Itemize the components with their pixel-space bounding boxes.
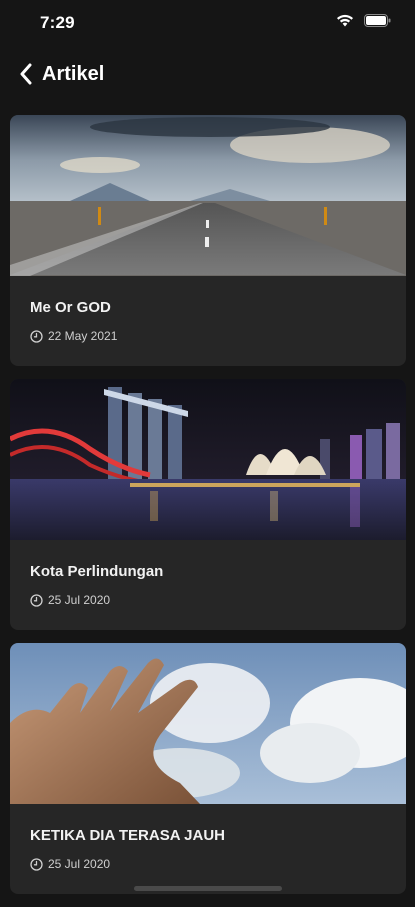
back-button[interactable] [12, 56, 40, 92]
article-list: Me Or GOD 22 May 2021 Kota Perlindungan … [10, 115, 406, 907]
clock-icon [30, 593, 43, 607]
article-card[interactable]: Me Or GOD 22 May 2021 [10, 115, 406, 366]
article-image-city [10, 379, 406, 540]
wifi-icon [337, 14, 353, 27]
status-bar: 7:29 [0, 0, 415, 44]
article-image-hand [10, 643, 406, 804]
article-image-road [10, 115, 406, 276]
home-indicator[interactable] [134, 886, 282, 891]
article-date-row: 22 May 2021 [30, 329, 117, 343]
article-title: KETIKA DIA TERASA JAUH [30, 827, 226, 844]
article-date: 22 May 2021 [48, 329, 118, 343]
chevron-left-icon [20, 63, 32, 85]
article-card[interactable]: KETIKA DIA TERASA JAUH 25 Jul 2020 [10, 643, 406, 894]
article-date: 25 Jul 2020 [48, 593, 111, 607]
status-time: 7:29 [40, 13, 75, 32]
status-icons [336, 14, 391, 27]
app-header: Artikel [0, 52, 415, 96]
article-date: 25 Jul 2020 [48, 857, 111, 871]
article-title: Kota Perlindungan [30, 563, 164, 580]
article-title: Me Or GOD [30, 299, 111, 316]
article-date-row: 25 Jul 2020 [30, 857, 110, 871]
article-date-row: 25 Jul 2020 [30, 593, 110, 607]
page-title: Artikel [42, 62, 105, 85]
clock-icon [30, 857, 43, 871]
article-card[interactable]: Kota Perlindungan 25 Jul 2020 [10, 379, 406, 630]
clock-icon [30, 329, 43, 343]
battery-icon [364, 14, 391, 27]
